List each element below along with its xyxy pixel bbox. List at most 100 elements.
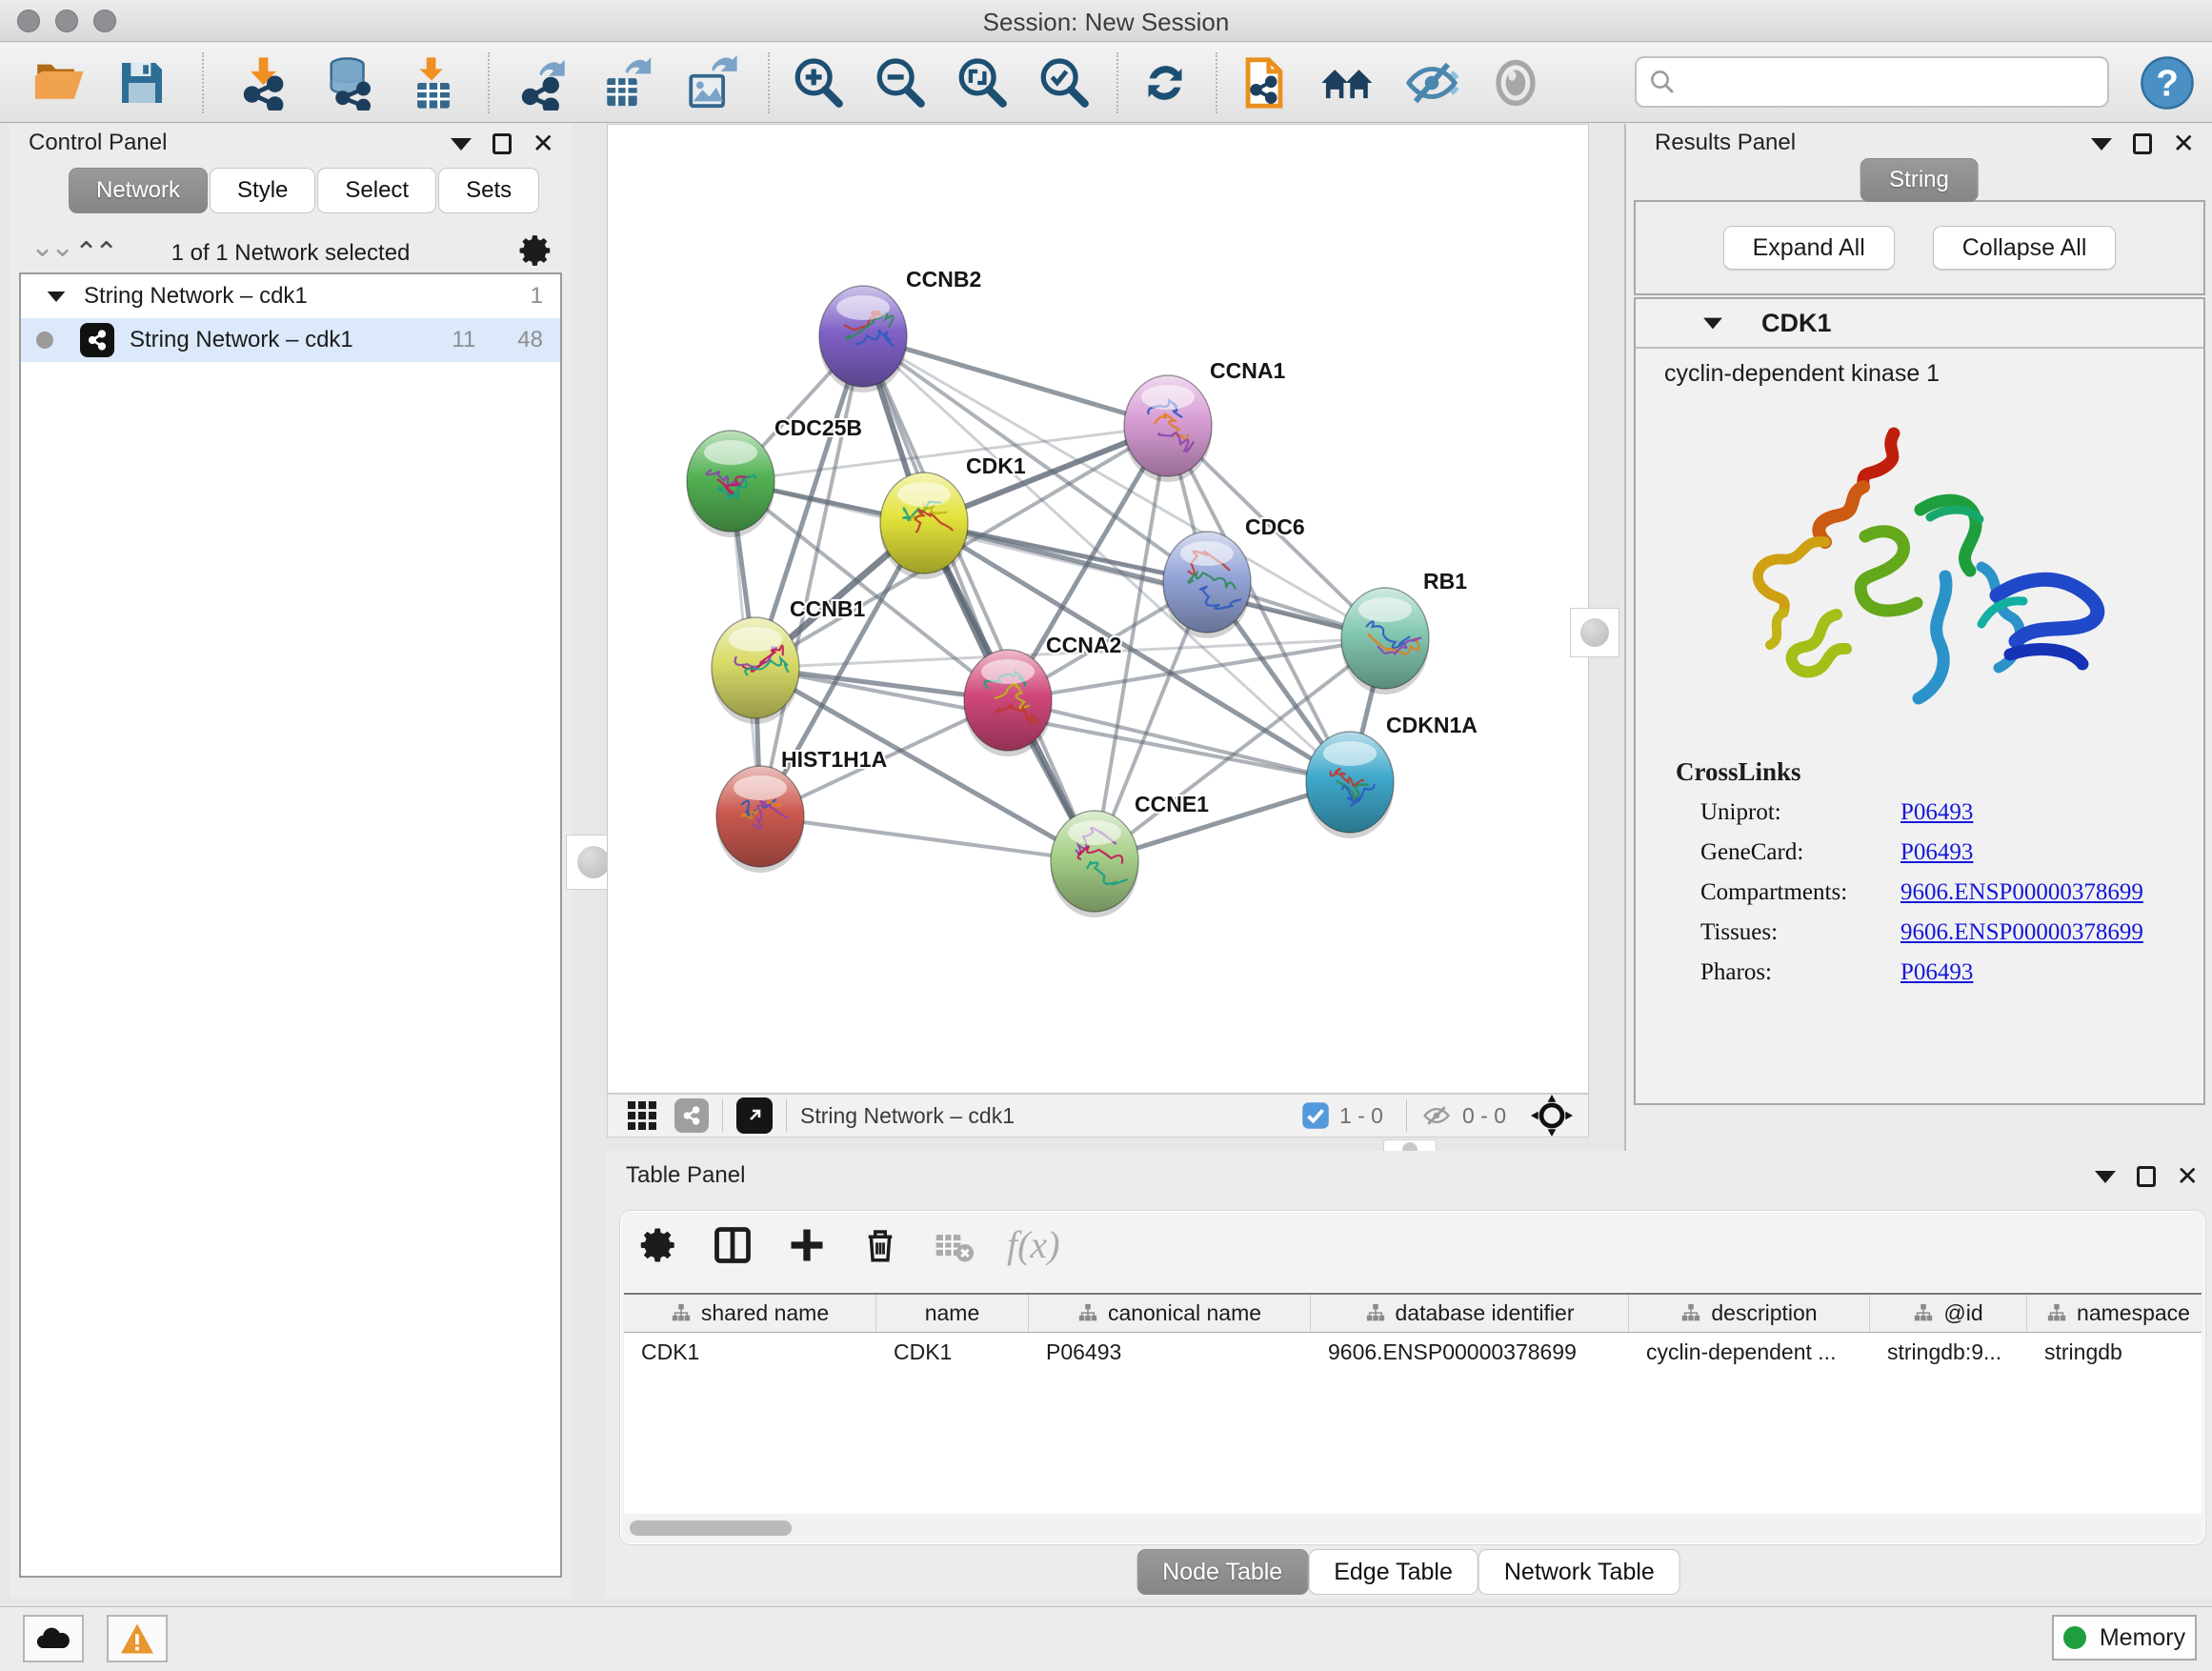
export-table-icon[interactable] bbox=[598, 54, 657, 111]
network-edge bbox=[760, 816, 1095, 861]
table-settings-gear-icon[interactable] bbox=[639, 1225, 679, 1265]
table-cell[interactable]: 9606.ENSP00000378699 bbox=[1311, 1333, 1629, 1371]
open-session-icon[interactable] bbox=[29, 54, 88, 111]
network-node[interactable] bbox=[1051, 811, 1138, 917]
tab-style[interactable]: Style bbox=[210, 168, 315, 213]
network-node[interactable] bbox=[819, 286, 907, 393]
tab-select[interactable]: Select bbox=[317, 168, 436, 213]
network-node[interactable] bbox=[716, 766, 804, 873]
tab-network-table[interactable]: Network Table bbox=[1478, 1549, 1680, 1595]
results-panel-title: Results Panel bbox=[1655, 130, 1796, 156]
table-cell[interactable]: P06493 bbox=[1029, 1333, 1311, 1371]
zoom-selected-icon[interactable] bbox=[1035, 54, 1094, 111]
network-node[interactable] bbox=[1163, 532, 1251, 638]
import-network-icon[interactable] bbox=[236, 54, 295, 111]
network-node[interactable] bbox=[712, 617, 799, 724]
node-label: CDC6 bbox=[1245, 514, 1305, 539]
update-icon[interactable] bbox=[1136, 54, 1195, 111]
hide-unhide-icon[interactable] bbox=[1402, 54, 1461, 111]
network-node[interactable] bbox=[687, 431, 774, 537]
node-table[interactable]: shared namenamecanonical namedatabase id… bbox=[624, 1293, 2202, 1514]
import-network-from-database-icon[interactable] bbox=[320, 54, 379, 111]
tab-string[interactable]: String bbox=[1860, 158, 1979, 202]
crosslink-link[interactable]: P06493 bbox=[1900, 799, 1973, 826]
zoom-out-icon[interactable] bbox=[871, 54, 930, 111]
create-column-icon[interactable] bbox=[786, 1224, 828, 1266]
crosslink-link[interactable]: 9606.ENSP00000378699 bbox=[1900, 919, 2143, 946]
tab-sets[interactable]: Sets bbox=[438, 168, 539, 213]
export-image-icon[interactable] bbox=[682, 54, 741, 111]
table-panel-float-icon[interactable] bbox=[2137, 1166, 2156, 1187]
scrollbar-thumb[interactable] bbox=[630, 1520, 792, 1536]
table-cell[interactable]: stringdb:9... bbox=[1870, 1333, 2027, 1371]
network-node[interactable] bbox=[1124, 375, 1212, 482]
network-options-gear-icon[interactable] bbox=[518, 232, 554, 269]
table-row[interactable]: CDK1CDK1P064939606.ENSP00000378699cyclin… bbox=[624, 1333, 2202, 1371]
expand-all-button[interactable]: Expand All bbox=[1723, 226, 1895, 270]
table-panel-close-icon[interactable]: ✕ bbox=[2177, 1167, 2199, 1186]
network-node[interactable] bbox=[1341, 588, 1429, 695]
column-header-name[interactable]: name bbox=[876, 1295, 1029, 1332]
crosslink-link[interactable]: 9606.ENSP00000378699 bbox=[1900, 879, 2143, 906]
grid-view-icon[interactable] bbox=[625, 1098, 659, 1133]
table-cell[interactable]: CDK1 bbox=[624, 1333, 876, 1371]
hidden-eye-icon[interactable] bbox=[1420, 1101, 1453, 1130]
export-network-icon[interactable] bbox=[514, 54, 573, 111]
network-node[interactable] bbox=[964, 650, 1052, 756]
collapse-all-button[interactable]: Collapse All bbox=[1933, 226, 2117, 270]
crosslink-link[interactable]: P06493 bbox=[1900, 959, 1973, 986]
fit-selected-crosshair-icon[interactable] bbox=[1531, 1095, 1573, 1137]
memory-button[interactable]: Memory bbox=[2052, 1615, 2197, 1661]
table-horizontal-scrollbar[interactable] bbox=[624, 1520, 2202, 1537]
table-panel-menu-icon[interactable] bbox=[2095, 1171, 2116, 1183]
show-columns-icon[interactable] bbox=[712, 1224, 754, 1266]
entry-collapse-icon[interactable] bbox=[1703, 317, 1722, 329]
toolbar-separator bbox=[1406, 1099, 1407, 1132]
save-session-icon[interactable] bbox=[112, 54, 171, 111]
import-table-icon[interactable] bbox=[404, 54, 463, 111]
network-collection-row[interactable]: String Network – cdk1 1 bbox=[21, 274, 560, 318]
tab-network[interactable]: Network bbox=[69, 168, 208, 213]
right-splitter-handle[interactable] bbox=[1570, 608, 1619, 657]
column-header-database-identifier[interactable]: database identifier bbox=[1311, 1295, 1629, 1332]
tab-node-table[interactable]: Node Table bbox=[1136, 1549, 1308, 1595]
zoom-in-icon[interactable] bbox=[789, 54, 848, 111]
control-panel-float-icon[interactable] bbox=[493, 133, 512, 154]
column-header-description[interactable]: description bbox=[1629, 1295, 1870, 1332]
network-node[interactable] bbox=[1306, 732, 1394, 838]
selected-nodes-checkbox-icon[interactable] bbox=[1301, 1101, 1330, 1130]
network-row[interactable]: String Network – cdk1 11 48 bbox=[21, 318, 560, 362]
table-cell[interactable]: cyclin-dependent ... bbox=[1629, 1333, 1870, 1371]
control-panel-close-icon[interactable]: ✕ bbox=[533, 134, 554, 153]
share-view-icon[interactable] bbox=[674, 1098, 709, 1133]
column-header-canonical-name[interactable]: canonical name bbox=[1029, 1295, 1311, 1332]
string-home-icon[interactable] bbox=[1318, 54, 1377, 111]
warning-status-button[interactable] bbox=[107, 1615, 168, 1662]
zoom-fit-icon[interactable] bbox=[953, 54, 1012, 111]
table-cell[interactable]: CDK1 bbox=[876, 1333, 1029, 1371]
network-canvas[interactable]: CCNB2CCNA1CDC25BCDK1CDC6RB1CCNB1CCNA2CDK… bbox=[607, 124, 1589, 1094]
column-header--id[interactable]: @id bbox=[1870, 1295, 2027, 1332]
toolbar-separator bbox=[1216, 52, 1217, 113]
network-node[interactable] bbox=[880, 473, 968, 579]
share-network-file-icon[interactable] bbox=[1235, 54, 1294, 111]
toolbar-separator bbox=[768, 52, 770, 113]
column-header-shared-name[interactable]: shared name bbox=[624, 1295, 876, 1332]
table-panel: Table Panel ✕ f(x) shared namenamecanoni… bbox=[605, 1151, 2212, 1599]
control-panel-menu-icon[interactable] bbox=[451, 138, 472, 151]
search-field[interactable] bbox=[1635, 56, 2109, 108]
collection-expand-icon[interactable] bbox=[48, 291, 66, 301]
gray-eye-icon[interactable] bbox=[1486, 54, 1545, 111]
results-panel-menu-icon[interactable] bbox=[2091, 138, 2112, 151]
cloud-status-button[interactable] bbox=[23, 1615, 84, 1662]
help-icon[interactable]: ? bbox=[2138, 54, 2197, 111]
search-input[interactable] bbox=[1677, 68, 2107, 96]
crosslink-link[interactable]: P06493 bbox=[1900, 839, 1973, 866]
results-panel-float-icon[interactable] bbox=[2133, 133, 2152, 154]
table-cell[interactable]: stringdb bbox=[2027, 1333, 2202, 1371]
tab-edge-table[interactable]: Edge Table bbox=[1308, 1549, 1478, 1595]
birds-eye-view-icon[interactable] bbox=[736, 1097, 773, 1134]
delete-column-icon[interactable] bbox=[860, 1225, 900, 1265]
results-panel-close-icon[interactable]: ✕ bbox=[2173, 134, 2195, 153]
column-header-namespace[interactable]: namespace bbox=[2027, 1295, 2202, 1332]
